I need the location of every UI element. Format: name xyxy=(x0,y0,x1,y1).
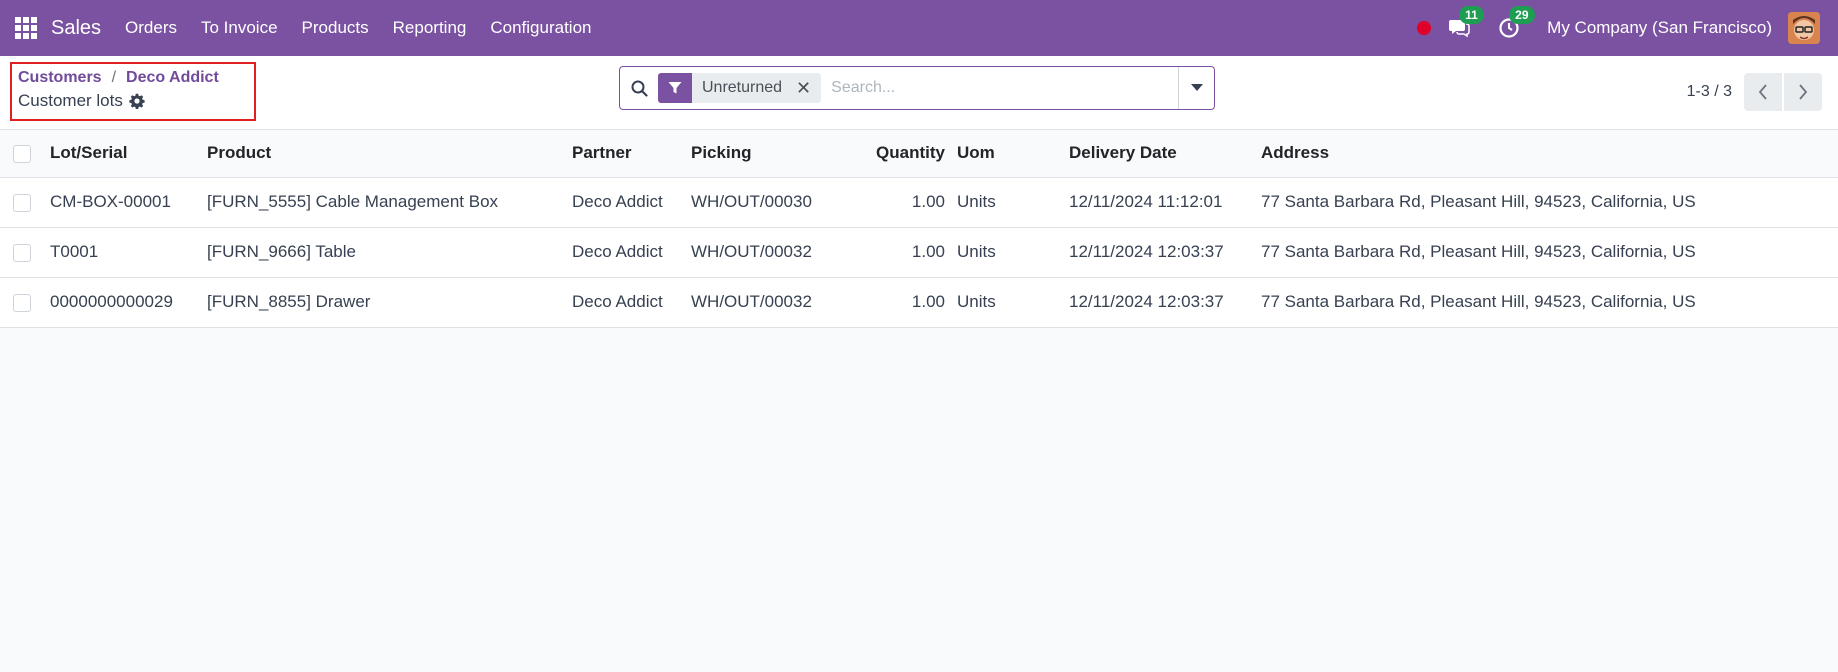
pager-value[interactable]: 1-3 / 3 xyxy=(1687,83,1732,101)
cell-picking[interactable]: WH/OUT/00030 xyxy=(685,177,848,227)
row-select-cell xyxy=(0,177,44,227)
row-checkbox[interactable] xyxy=(13,293,31,312)
app-name[interactable]: Sales xyxy=(51,17,101,40)
gear-icon[interactable] xyxy=(129,93,145,109)
cell-picking[interactable]: WH/OUT/00032 xyxy=(685,277,848,327)
cell-address[interactable]: 77 Santa Barbara Rd, Pleasant Hill, 9452… xyxy=(1255,177,1838,227)
activities-button[interactable]: 29 xyxy=(1497,6,1535,40)
menu-to-invoice[interactable]: To Invoice xyxy=(201,18,278,38)
facet-remove-icon[interactable]: ✕ xyxy=(792,78,821,99)
breadcrumb-highlight: Customers / Deco Addict Customer lots xyxy=(10,62,256,121)
facet-label: Unreturned xyxy=(702,79,783,96)
column-header-uom[interactable]: Uom xyxy=(951,130,1063,177)
column-header-product[interactable]: Product xyxy=(201,130,566,177)
menu-products[interactable]: Products xyxy=(302,18,369,38)
cell-address[interactable]: 77 Santa Barbara Rd, Pleasant Hill, 9452… xyxy=(1255,227,1838,277)
pager-previous-button[interactable] xyxy=(1744,73,1782,111)
column-header-picking[interactable]: Picking xyxy=(685,130,848,177)
search-facet: Unreturned ✕ xyxy=(658,73,822,103)
cell-delivery-date[interactable]: 12/11/2024 12:03:37 xyxy=(1063,227,1255,277)
row-checkbox[interactable] xyxy=(13,243,31,262)
cell-uom[interactable]: Units xyxy=(951,277,1063,327)
column-header-delivery-date[interactable]: Delivery Date xyxy=(1063,130,1255,177)
top-navbar: Sales Orders To Invoice Products Reporti… xyxy=(0,0,1838,56)
control-panel: Customers / Deco Addict Customer lots Un… xyxy=(0,56,1838,130)
cell-partner[interactable]: Deco Addict xyxy=(566,227,685,277)
breadcrumb: Customers / Deco Addict xyxy=(18,69,248,87)
cell-product[interactable]: [FURN_5555] Cable Management Box xyxy=(201,177,566,227)
apps-menu-icon[interactable] xyxy=(15,17,37,39)
pager-next-button[interactable] xyxy=(1784,73,1822,111)
lots-list-table: Lot/Serial Product Partner Picking Quant… xyxy=(0,130,1838,328)
cell-quantity[interactable]: 1.00 xyxy=(848,227,951,277)
status-dot-icon[interactable] xyxy=(1417,21,1432,35)
column-header-address[interactable]: Address xyxy=(1255,130,1838,177)
table-row[interactable]: T0001 [FURN_9666] Table Deco Addict WH/O… xyxy=(0,227,1838,277)
cell-lot-serial[interactable]: CM-BOX-00001 xyxy=(44,177,201,227)
menu-orders[interactable]: Orders xyxy=(125,18,177,38)
avatar-face-icon xyxy=(1788,12,1820,44)
cell-lot-serial[interactable]: T0001 xyxy=(44,227,201,277)
chevron-left-icon xyxy=(1758,84,1767,100)
table-row[interactable]: 0000000000029 [FURN_8855] Drawer Deco Ad… xyxy=(0,277,1838,327)
user-avatar[interactable] xyxy=(1788,12,1820,44)
breadcrumb-customers[interactable]: Customers xyxy=(18,69,102,87)
page-title-text: Customer lots xyxy=(18,91,123,110)
caret-down-icon xyxy=(1190,84,1203,91)
column-header-partner[interactable]: Partner xyxy=(566,130,685,177)
cell-partner[interactable]: Deco Addict xyxy=(566,177,685,227)
cell-product[interactable]: [FURN_8855] Drawer xyxy=(201,277,566,327)
chevron-right-icon xyxy=(1799,84,1808,100)
filter-icon xyxy=(658,73,692,103)
cell-quantity[interactable]: 1.00 xyxy=(848,177,951,227)
search-icon[interactable] xyxy=(620,80,658,97)
cell-delivery-date[interactable]: 12/11/2024 11:12:01 xyxy=(1063,177,1255,227)
pager: 1-3 / 3 xyxy=(1687,73,1822,111)
column-header-quantity[interactable]: Quantity xyxy=(848,130,951,177)
cell-product[interactable]: [FURN_9666] Table xyxy=(201,227,566,277)
company-switcher[interactable]: My Company (San Francisco) xyxy=(1547,18,1772,38)
menu-configuration[interactable]: Configuration xyxy=(490,18,591,38)
cell-uom[interactable]: Units xyxy=(951,227,1063,277)
cell-uom[interactable]: Units xyxy=(951,177,1063,227)
search-bar: Unreturned ✕ xyxy=(619,66,1215,110)
search-options-toggle[interactable] xyxy=(1178,67,1214,109)
column-header-lot-serial[interactable]: Lot/Serial xyxy=(44,130,201,177)
cell-lot-serial[interactable]: 0000000000029 xyxy=(44,277,201,327)
activities-count-badge: 29 xyxy=(1509,6,1535,24)
search-input[interactable] xyxy=(821,79,1178,97)
row-select-cell xyxy=(0,227,44,277)
row-checkbox[interactable] xyxy=(13,193,31,212)
select-all-cell xyxy=(0,130,44,177)
cell-delivery-date[interactable]: 12/11/2024 12:03:37 xyxy=(1063,277,1255,327)
cell-partner[interactable]: Deco Addict xyxy=(566,277,685,327)
breadcrumb-deco-addict[interactable]: Deco Addict xyxy=(126,69,219,87)
messages-count-badge: 11 xyxy=(1459,6,1484,24)
table-row[interactable]: CM-BOX-00001 [FURN_5555] Cable Managemen… xyxy=(0,177,1838,227)
cell-picking[interactable]: WH/OUT/00032 xyxy=(685,227,848,277)
messages-button[interactable]: 11 xyxy=(1447,6,1484,40)
navbar-systray: 11 29 My Company (San Francisco) xyxy=(1417,0,1838,56)
select-all-checkbox[interactable] xyxy=(13,144,31,163)
cell-quantity[interactable]: 1.00 xyxy=(848,277,951,327)
row-select-cell xyxy=(0,277,44,327)
table-header-row: Lot/Serial Product Partner Picking Quant… xyxy=(0,130,1838,177)
cell-address[interactable]: 77 Santa Barbara Rd, Pleasant Hill, 9452… xyxy=(1255,277,1838,327)
menu-reporting[interactable]: Reporting xyxy=(393,18,467,38)
breadcrumb-separator: / xyxy=(111,69,117,86)
page-title: Customer lots xyxy=(18,91,248,111)
